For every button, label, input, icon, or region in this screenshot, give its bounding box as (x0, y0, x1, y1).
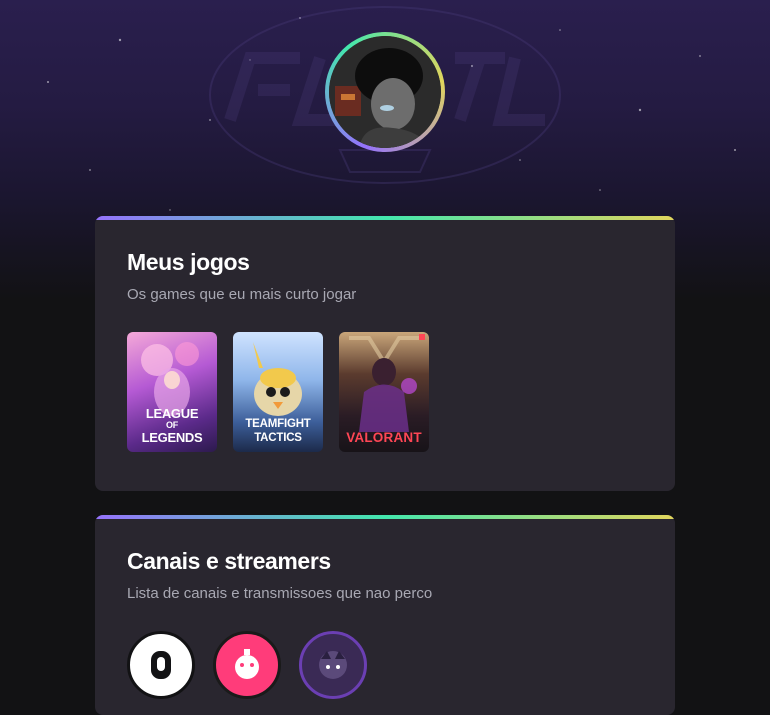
game-logo-tft: TEAMFIGHT TACTICS (233, 418, 323, 444)
lol-line2: LEGENDS (141, 430, 203, 445)
streamers-list (127, 631, 367, 699)
streamer-avatar-1[interactable] (127, 631, 195, 699)
tft-line2: TACTICS (254, 431, 302, 444)
streamer-logo-icon (151, 651, 171, 679)
avatar-ring[interactable] (325, 32, 445, 152)
game-league-of-legends[interactable]: LEAGUE OF LEGENDS (127, 332, 217, 452)
game-logo-lol: LEAGUE OF LEGENDS (127, 407, 217, 444)
games-subtitle: Os games que eu mais curto jogar (127, 286, 357, 303)
streamer-avatar-3[interactable] (299, 631, 367, 699)
streamers-card: Canais e streamers Lista de canais e tra… (95, 515, 675, 715)
streamers-subtitle: Lista de canais e transmissoes que nao p… (127, 585, 433, 602)
avatar (329, 36, 441, 148)
streamers-title: Canais e streamers (127, 548, 331, 574)
lol-of: OF (166, 420, 178, 430)
tft-line1: TEAMFIGHT (245, 418, 311, 430)
game-teamfight-tactics[interactable]: TEAMFIGHT TACTICS (233, 332, 323, 452)
lol-line1: LEAGUE (145, 406, 199, 421)
character-avatar-icon (319, 651, 347, 679)
heart-face-icon (235, 649, 259, 679)
games-card: Meus jogos Os games que eu mais curto jo… (95, 216, 675, 491)
streamer-avatar-2[interactable] (213, 631, 281, 699)
user-avatar-icon (329, 36, 441, 148)
game-logo-valorant: VALORANT (346, 429, 422, 445)
games-title: Meus jogos (127, 249, 250, 275)
games-list: LEAGUE OF LEGENDS TEAMFIGHT TACTICS VALO… (127, 332, 429, 452)
game-valorant[interactable]: VALORANT (339, 332, 429, 452)
